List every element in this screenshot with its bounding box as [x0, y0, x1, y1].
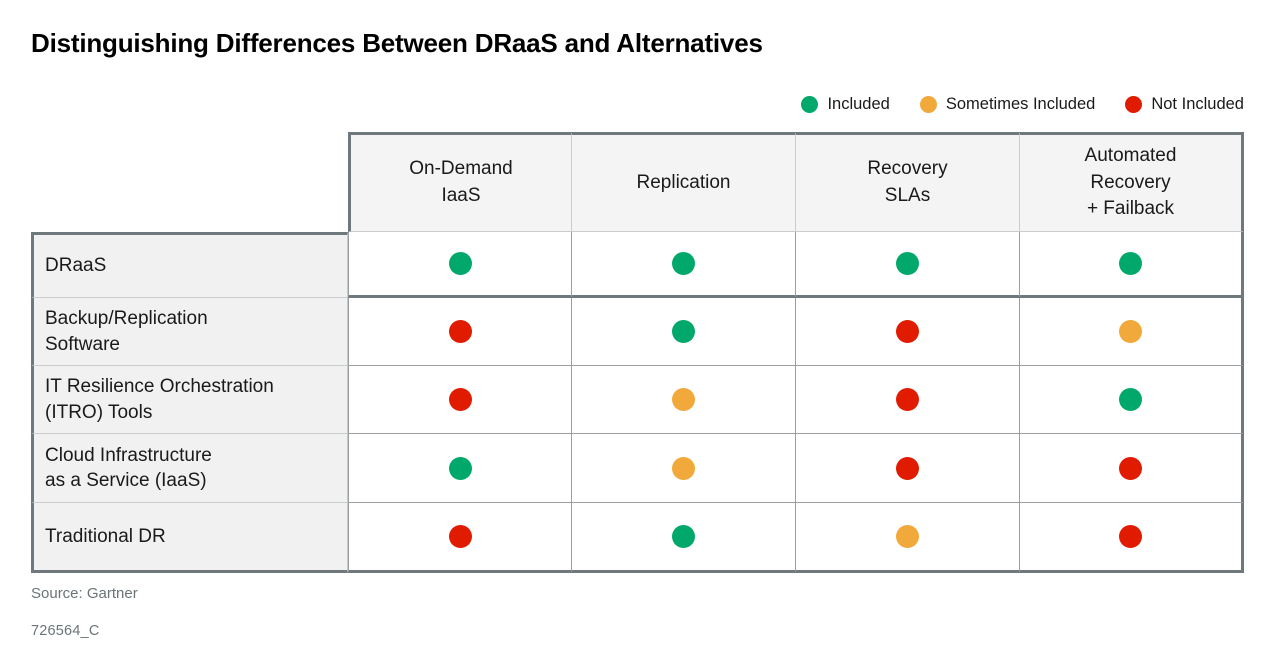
column-header-label: Replication: [637, 170, 731, 197]
green-circle-icon: [1119, 388, 1142, 411]
matrix-cell-r1-c3: [795, 232, 1019, 298]
matrix-cell-r5-c2: [571, 503, 795, 573]
red-circle-icon: [896, 388, 919, 411]
row-header-label: Backup/Replication Software: [45, 306, 208, 356]
green-circle-icon: [448, 456, 472, 480]
document-id: 726564_C: [31, 623, 100, 639]
matrix-cell-r2-c2: [571, 298, 795, 366]
red-circle-icon: [1119, 456, 1142, 480]
column-header-line: Automated: [1084, 144, 1177, 166]
column-header-line: IaaS: [441, 185, 481, 206]
column-header-line: + Failback: [1086, 198, 1175, 220]
row-header-line: Cloud Infrastructure: [45, 444, 212, 466]
row-header-label: IT Resilience Orchestration (ITRO) Tools: [45, 374, 274, 424]
orange-circle-icon: [672, 456, 695, 480]
green-circle-icon: [672, 525, 695, 548]
row-header-4: Cloud Infrastructure as a Service (IaaS): [31, 434, 348, 503]
legend-item-label: Included: [827, 95, 890, 113]
matrix-cell-r4-c4: [1019, 434, 1244, 503]
green-circle-icon: [896, 252, 919, 275]
red-circle-icon: [896, 456, 919, 480]
green-circle-icon: [448, 252, 472, 275]
row-header-5: Traditional DR: [31, 503, 348, 573]
source-note: Source: Gartner: [31, 585, 138, 602]
column-header-label: Recovery SLAs: [867, 156, 947, 210]
red-circle-icon: [448, 525, 472, 548]
matrix-cell-r2-c3: [795, 298, 1019, 366]
red-circle-icon: [1125, 96, 1143, 113]
red-circle-icon: [1119, 525, 1142, 548]
red-circle-icon: [896, 320, 919, 343]
red-circle-icon: [448, 320, 472, 343]
green-circle-icon: [672, 320, 695, 343]
green-circle-icon: [801, 96, 819, 113]
row-header-line: Traditional DR: [45, 525, 166, 547]
row-header-line: Backup/Replication: [45, 308, 208, 330]
row-header-label: DRaaS: [45, 253, 106, 278]
matrix-cell-r3-c3: [795, 366, 1019, 434]
column-header-line: Recovery: [867, 158, 948, 180]
column-header-line: Replication: [636, 171, 731, 193]
matrix-cell-r1-c1: [348, 232, 571, 298]
matrix-cell-r4-c1: [348, 434, 571, 503]
column-header-line: Recovery: [1090, 171, 1171, 193]
matrix-corner-cell: [31, 132, 348, 232]
legend-item: Sometimes Included: [919, 95, 1096, 114]
row-header-line: Software: [45, 333, 120, 355]
matrix-cell-r1-c2: [571, 232, 795, 298]
row-header-label: Traditional DR: [45, 524, 166, 549]
orange-circle-icon: [896, 525, 919, 548]
page-title: Distinguishing Differences Between DRaaS…: [31, 28, 763, 58]
comparison-matrix: On-Demand IaaS Replication Recovery SLAs Auto…: [31, 132, 1244, 573]
column-header-label: On-Demand IaaS: [409, 156, 513, 210]
matrix-cell-r5-c3: [795, 503, 1019, 573]
red-circle-icon: [448, 388, 472, 411]
column-header-line: On-Demand: [409, 158, 513, 180]
legend-item-label: Not Included: [1151, 95, 1244, 113]
matrix-grid: On-Demand IaaS Replication Recovery SLAs Auto…: [31, 132, 1244, 573]
matrix-cell-r3-c1: [348, 366, 571, 434]
matrix-cell-r2-c4: [1019, 298, 1244, 366]
row-header-3: IT Resilience Orchestration (ITRO) Tools: [31, 366, 348, 434]
column-header-3: Recovery SLAs: [795, 132, 1019, 232]
legend-item-label: Sometimes Included: [945, 95, 1096, 113]
matrix-cell-r1-c4: [1019, 232, 1244, 298]
column-header-line: SLAs: [884, 185, 931, 206]
legend-item: Included: [801, 95, 890, 114]
row-header-1: DRaaS: [31, 232, 348, 298]
orange-circle-icon: [1119, 320, 1142, 343]
orange-circle-icon: [919, 96, 937, 113]
green-circle-icon: [1119, 252, 1142, 275]
matrix-cell-r4-c3: [795, 434, 1019, 503]
row-header-line: (ITRO) Tools: [45, 401, 153, 423]
legend: Included Sometimes Included Not Included: [801, 95, 1244, 114]
legend-item: Not Included: [1125, 95, 1244, 114]
matrix-cell-r3-c2: [571, 366, 795, 434]
row-header-line: DRaaS: [45, 255, 107, 277]
green-circle-icon: [672, 252, 695, 275]
row-header-line: IT Resilience Orchestration: [45, 376, 274, 398]
orange-circle-icon: [672, 388, 695, 411]
row-header-label: Cloud Infrastructure as a Service (IaaS): [45, 443, 212, 493]
matrix-cell-r5-c1: [348, 503, 571, 573]
column-header-1: On-Demand IaaS: [348, 132, 571, 232]
row-header-line: as a Service (IaaS): [45, 470, 207, 491]
matrix-cell-r4-c2: [571, 434, 795, 503]
matrix-cell-r2-c1: [348, 298, 571, 366]
matrix-cell-r3-c4: [1019, 366, 1244, 434]
column-header-2: Replication: [571, 132, 795, 232]
matrix-cell-r5-c4: [1019, 503, 1244, 573]
column-header-label: Automated Recovery + Failback: [1085, 143, 1177, 224]
row-header-2: Backup/Replication Software: [31, 298, 348, 366]
column-header-4: Automated Recovery + Failback: [1019, 132, 1244, 232]
